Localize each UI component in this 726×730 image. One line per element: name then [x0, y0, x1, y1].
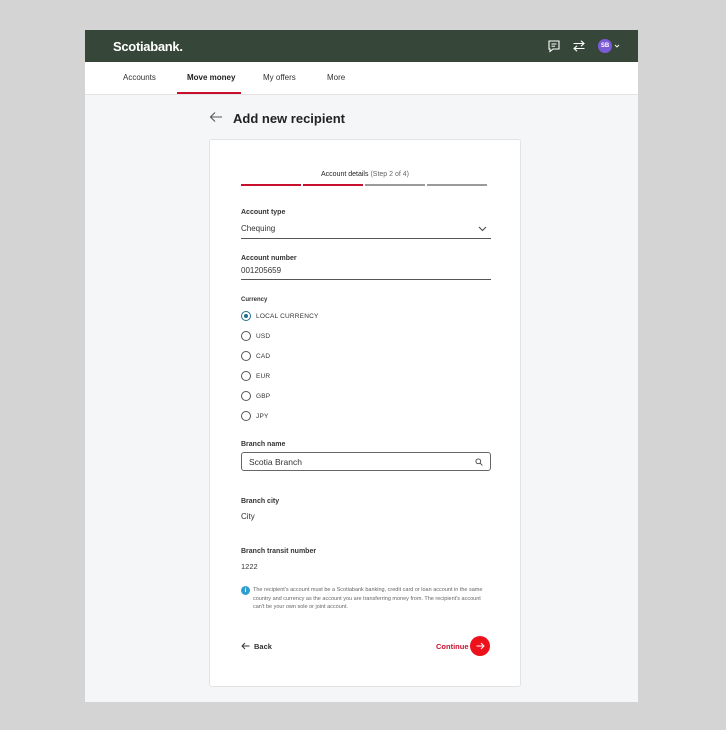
transfer-icon[interactable]: [572, 39, 586, 53]
branch-name-input[interactable]: [249, 456, 464, 468]
account-type-label: Account type: [241, 209, 286, 216]
chevron-down-icon[interactable]: [478, 226, 487, 232]
info-icon: i: [241, 586, 250, 595]
radio-button[interactable]: [241, 311, 251, 321]
currency-option-usd[interactable]: USD: [241, 330, 270, 342]
radio-button[interactable]: [241, 351, 251, 361]
step-segment-1: [241, 184, 301, 186]
nav-item-more[interactable]: More: [327, 73, 345, 82]
branch-name-search: [241, 452, 491, 471]
currency-option-eur[interactable]: EUR: [241, 370, 270, 382]
back-button[interactable]: Back: [241, 640, 272, 652]
radio-label: CAD: [256, 352, 271, 360]
branch-transit-label: Branch transit number: [241, 548, 317, 555]
top-bar: Scotiabank. SB: [85, 30, 638, 62]
currency-label: Currency: [241, 297, 268, 303]
currency-option-gbp[interactable]: GBP: [241, 390, 270, 402]
continue-button[interactable]: [470, 636, 490, 656]
stepper-label: Account details (Step 2 of 4): [210, 171, 520, 178]
currency-option-jpy[interactable]: JPY: [241, 410, 269, 422]
step-title: Account details: [321, 171, 369, 178]
active-nav-indicator: [177, 92, 241, 94]
radio-label: GBP: [256, 392, 271, 400]
continue-label[interactable]: Continue: [436, 642, 469, 651]
step-counter: (Step 2 of 4): [370, 171, 409, 178]
branch-transit-value: 1222: [241, 562, 258, 571]
branch-name-label: Branch name: [241, 441, 286, 448]
currency-option-cad[interactable]: CAD: [241, 350, 270, 362]
chat-icon[interactable]: [547, 39, 561, 53]
nav-item-accounts[interactable]: Accounts: [123, 73, 156, 82]
radio-button[interactable]: [241, 331, 251, 341]
info-message: The recipient's account must be a Scotia…: [253, 587, 483, 610]
currency-option-local[interactable]: LOCAL CURRENCY: [241, 310, 319, 322]
radio-button[interactable]: [241, 391, 251, 401]
back-arrow-icon[interactable]: [209, 111, 223, 123]
account-type-underline: [241, 238, 491, 239]
step-segment-2: [303, 184, 363, 186]
radio-button[interactable]: [241, 411, 251, 421]
arrow-left-icon: [241, 642, 250, 650]
arrow-right-icon: [476, 642, 485, 650]
radio-label: EUR: [256, 372, 271, 380]
radio-button[interactable]: [241, 371, 251, 381]
nav-item-move-money[interactable]: Move money: [187, 73, 235, 82]
radio-label: USD: [256, 332, 271, 340]
back-label: Back: [254, 641, 272, 651]
account-type-select[interactable]: Chequing: [241, 224, 275, 233]
step-segment-3: [365, 184, 425, 186]
account-number-label: Account number: [241, 255, 297, 262]
search-icon[interactable]: [475, 458, 483, 466]
scotiabank-logo[interactable]: Scotiabank.: [113, 39, 183, 54]
step-segment-4: [427, 184, 487, 186]
radio-label: LOCAL CURRENCY: [256, 312, 319, 320]
avatar[interactable]: SB: [598, 39, 612, 53]
app-window: Scotiabank. SB Accounts Move money My of…: [85, 30, 638, 702]
account-number-input[interactable]: 001205659: [241, 266, 281, 275]
chevron-down-icon[interactable]: [614, 43, 620, 49]
recipient-form-card: Account details (Step 2 of 4) Account ty…: [209, 139, 521, 687]
page-title: Add new recipient: [233, 111, 345, 126]
account-number-underline: [241, 279, 491, 280]
branch-city-label: Branch city: [241, 498, 280, 505]
main-nav: Accounts Move money My offers More: [85, 62, 638, 95]
radio-label: JPY: [256, 412, 269, 420]
nav-item-my-offers[interactable]: My offers: [263, 73, 296, 82]
branch-city-value: City: [241, 512, 255, 521]
